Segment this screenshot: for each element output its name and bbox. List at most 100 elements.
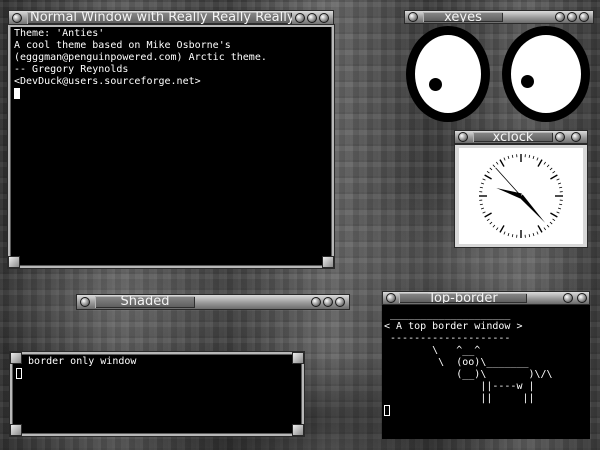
clock-tick (489, 221, 493, 225)
close-button[interactable] (319, 13, 329, 23)
top-border-window[interactable]: Top-border ____________________ < A top b… (382, 291, 590, 439)
window-menu-button[interactable] (386, 293, 396, 303)
clock-tick (484, 174, 492, 180)
terminal-cursor (384, 405, 390, 416)
clock-tick (546, 224, 550, 228)
clock-tick (482, 211, 486, 214)
clock-tick (499, 159, 505, 167)
clock-tick (537, 225, 543, 233)
clock-tick (546, 164, 550, 168)
shaded-titlebar[interactable]: Shaded (76, 294, 350, 310)
shaded-title: Shaded (95, 296, 195, 308)
clock-tick (559, 203, 563, 206)
clock-tick (486, 218, 490, 222)
clock-tick (556, 178, 560, 181)
window-menu-button[interactable] (80, 297, 90, 307)
clock-tick (511, 234, 514, 238)
right-eye-icon (502, 26, 590, 122)
clock-tick (484, 212, 492, 218)
normal-window-terminal[interactable]: Theme: 'Anties' A cool theme based on Mik… (11, 27, 331, 265)
minimize-button[interactable] (311, 297, 321, 307)
clock-tick (543, 227, 547, 231)
normal-window-titlebar[interactable]: Normal Window with Really Really Really … (8, 10, 334, 26)
term-line: < A top border window > (384, 321, 523, 332)
clock-tick (528, 234, 531, 238)
clock-tick (556, 211, 560, 214)
normal-window-title: Normal Window with Really Really Really … (27, 12, 292, 24)
clock-tick (511, 154, 514, 158)
clock-tick (489, 167, 493, 171)
clock-tick (557, 207, 562, 210)
clock-tick (532, 232, 535, 237)
shaded-window[interactable]: Shaded (76, 294, 350, 310)
resize-corner-bl[interactable] (8, 256, 20, 268)
clock-tick (486, 170, 490, 174)
term-line: \ ^__^ (384, 345, 481, 356)
clock-tick (492, 164, 496, 168)
term-line: <DevDuck@users.sourceforge.net> (14, 76, 201, 87)
minute-hand (519, 194, 546, 223)
clock-tick (550, 174, 558, 180)
clock-tick (492, 224, 496, 228)
clock-face-icon (479, 154, 563, 238)
maximize-button[interactable] (307, 13, 317, 23)
minimize-button[interactable] (555, 12, 565, 22)
term-line: (__)\ )\/\ (384, 369, 553, 380)
minimize-button[interactable] (563, 293, 573, 303)
clock-tick (499, 225, 505, 233)
minimize-button[interactable] (555, 132, 565, 142)
close-button[interactable] (577, 293, 587, 303)
clock-tick (532, 155, 535, 160)
clock-tick (552, 170, 556, 174)
term-line: A border only window (16, 356, 137, 367)
terminal-cursor (14, 88, 20, 99)
clock-tick (536, 157, 539, 161)
term-line: A cool theme based on Mike Osborne's (14, 40, 231, 51)
maximize-button[interactable] (567, 12, 577, 22)
resize-corner-tl[interactable] (10, 352, 22, 364)
xeyes-window[interactable]: xeyes (404, 10, 594, 124)
xclock-face (459, 148, 583, 244)
xeyes-title: xeyes (423, 12, 503, 22)
top-border-titlebar[interactable]: Top-border (382, 291, 590, 305)
clock-tick (503, 157, 506, 161)
close-button[interactable] (579, 12, 589, 22)
maximize-button[interactable] (323, 297, 333, 307)
resize-corner-tr[interactable] (292, 352, 304, 364)
term-line: \ (oo)\_______ (384, 357, 529, 368)
close-button[interactable] (335, 297, 345, 307)
xclock-window[interactable]: xclock (454, 130, 588, 248)
term-line: ||----w | (384, 381, 535, 392)
clock-tick (482, 178, 486, 181)
resize-corner-bl[interactable] (10, 424, 22, 436)
resize-corner-br[interactable] (322, 256, 334, 268)
term-line: (egggman@penguinpowered.com) Arctic them… (14, 52, 267, 63)
clock-tick (537, 159, 543, 167)
minimize-button[interactable] (295, 13, 305, 23)
resize-corner-br[interactable] (292, 424, 304, 436)
close-button[interactable] (571, 132, 581, 142)
clock-tick (536, 231, 539, 235)
clock-tick (507, 155, 510, 160)
clock-tick (503, 231, 506, 235)
term-line: Theme: 'Anties' (14, 28, 105, 39)
border-only-terminal[interactable]: A border only window (13, 355, 301, 433)
clock-tick (557, 182, 562, 185)
border-only-window[interactable]: A border only window (10, 352, 304, 436)
window-menu-button[interactable] (12, 13, 22, 23)
clock-tick (552, 218, 556, 222)
right-pupil-icon (521, 75, 534, 88)
term-line: ____________________ (384, 309, 511, 320)
clock-tick (480, 182, 485, 185)
top-border-terminal[interactable]: ____________________ < A top border windo… (382, 305, 590, 439)
xclock-titlebar[interactable]: xclock (454, 130, 588, 144)
normal-window[interactable]: Normal Window with Really Really Really … (8, 10, 334, 268)
window-menu-button[interactable] (458, 132, 468, 142)
clock-tick (480, 207, 485, 210)
xclock-face-frame (454, 144, 588, 248)
terminal-cursor (16, 368, 22, 379)
window-menu-button[interactable] (408, 12, 418, 22)
top-border-title: Top-border (399, 293, 527, 303)
xeyes-titlebar[interactable]: xeyes (404, 10, 594, 24)
term-line: -------------------- (384, 333, 511, 344)
